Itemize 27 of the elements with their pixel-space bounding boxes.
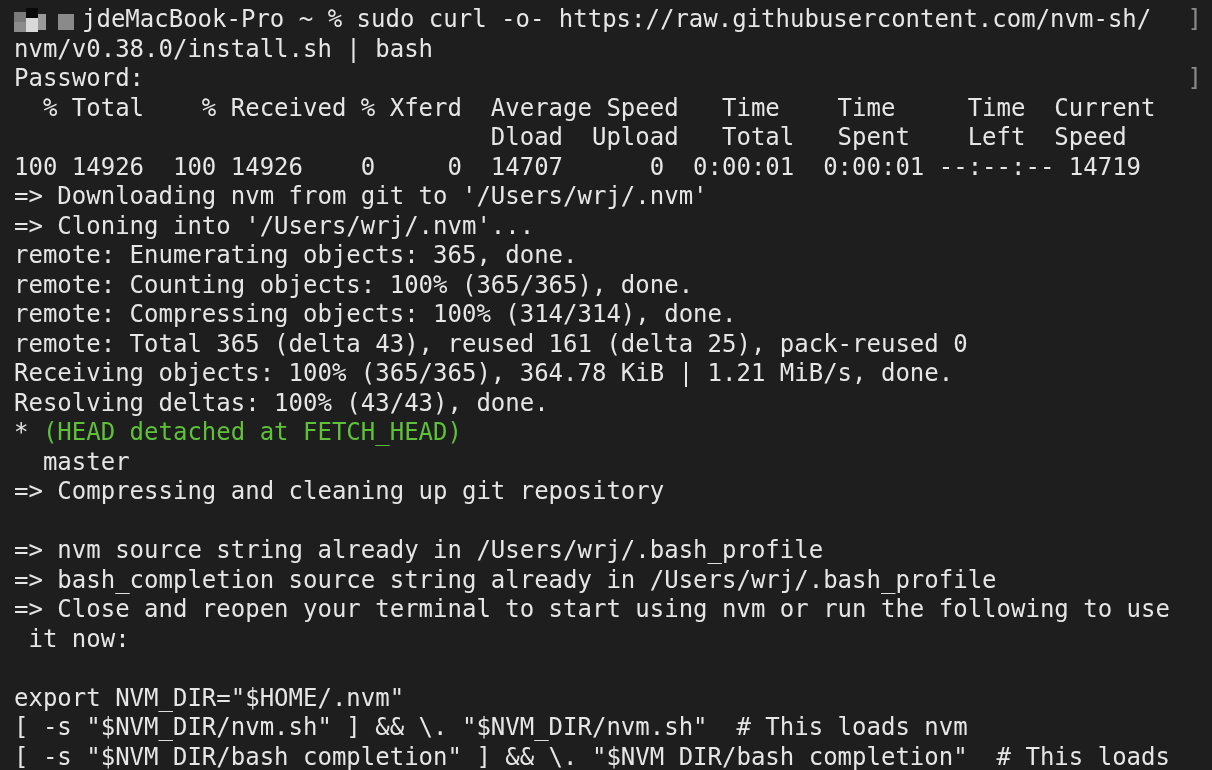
terminal-line: remote: Compressing objects: 100% (314/314), done. [14,300,737,330]
terminal-line: [ -s "$NVM_DIR/nvm.sh" ] && \. "$NVM_DIR/nvm.sh" # This loads nvm [14,713,968,743]
terminal-line: % Total % Received % Xferd Average Speed Time Time Time Current [41,93,1156,123]
terminal-line: remote: Total 365 (delta 43), reused 161 (delta 25), pack-reused 0 [14,329,968,359]
terminal-line: Password: [14,64,145,94]
terminal-line: Resolving deltas: 100% (43/43), done. [14,388,549,418]
terminal-line: => Cloning into '/Users/wrj/.nvm'... [14,211,535,241]
terminal-line: master [41,447,130,477]
terminal-line: it now: [27,624,130,654]
terminal-line: => Compressing and cleaning up git repository [14,477,665,507]
terminal-line: remote: Counting objects: 100% (365/365), done. [14,270,694,300]
terminal-line: export NVM_DIR="$HOME/.nvm" [14,683,405,713]
terminal-line: Receiving objects: 100% (365/365), 364.78 KiB | 1.21 MiB/s, done. [14,359,954,389]
terminal-line: => bash_completion source string already in /Users/wrj/.bash_profile [14,565,997,595]
wrap-mark: ] [1187,5,1202,35]
current-branch: (HEAD detached at FETCH_HEAD) [42,418,462,448]
terminal-line: 100 14926 100 14926 0 0 14707 0 0:00:01 0:00:01 --:--:-- 14719 [14,152,1142,182]
terminal-line: Dload Upload Total Spent Left Speed [489,123,1127,153]
branch-marker: * [14,418,30,448]
terminal-line: nvm/v0.38.0/install.sh | bash [14,34,434,64]
terminal-line: remote: Enumerating objects: 365, done. [14,241,578,271]
terminal-line: [ -s "$NVM_DIR/bash_completion" ] && \. "$NVM_DIR/bash_completion" # This loads [14,742,1170,770]
terminal-line: => Downloading nvm from git to '/Users/wrj/.nvm' [14,182,708,212]
command-line: jdeMacBook-Pro ~ % sudo curl -o- https://raw.githubusercontent.com/nvm-sh/ [82,5,1152,35]
terminal-line: => nvm source string already in /Users/wrj/.bash_profile [14,536,824,566]
terminal-line: => Close and reopen your terminal to start using nvm or run the following to use [14,595,1170,625]
wrap-mark: ] [1187,64,1202,94]
